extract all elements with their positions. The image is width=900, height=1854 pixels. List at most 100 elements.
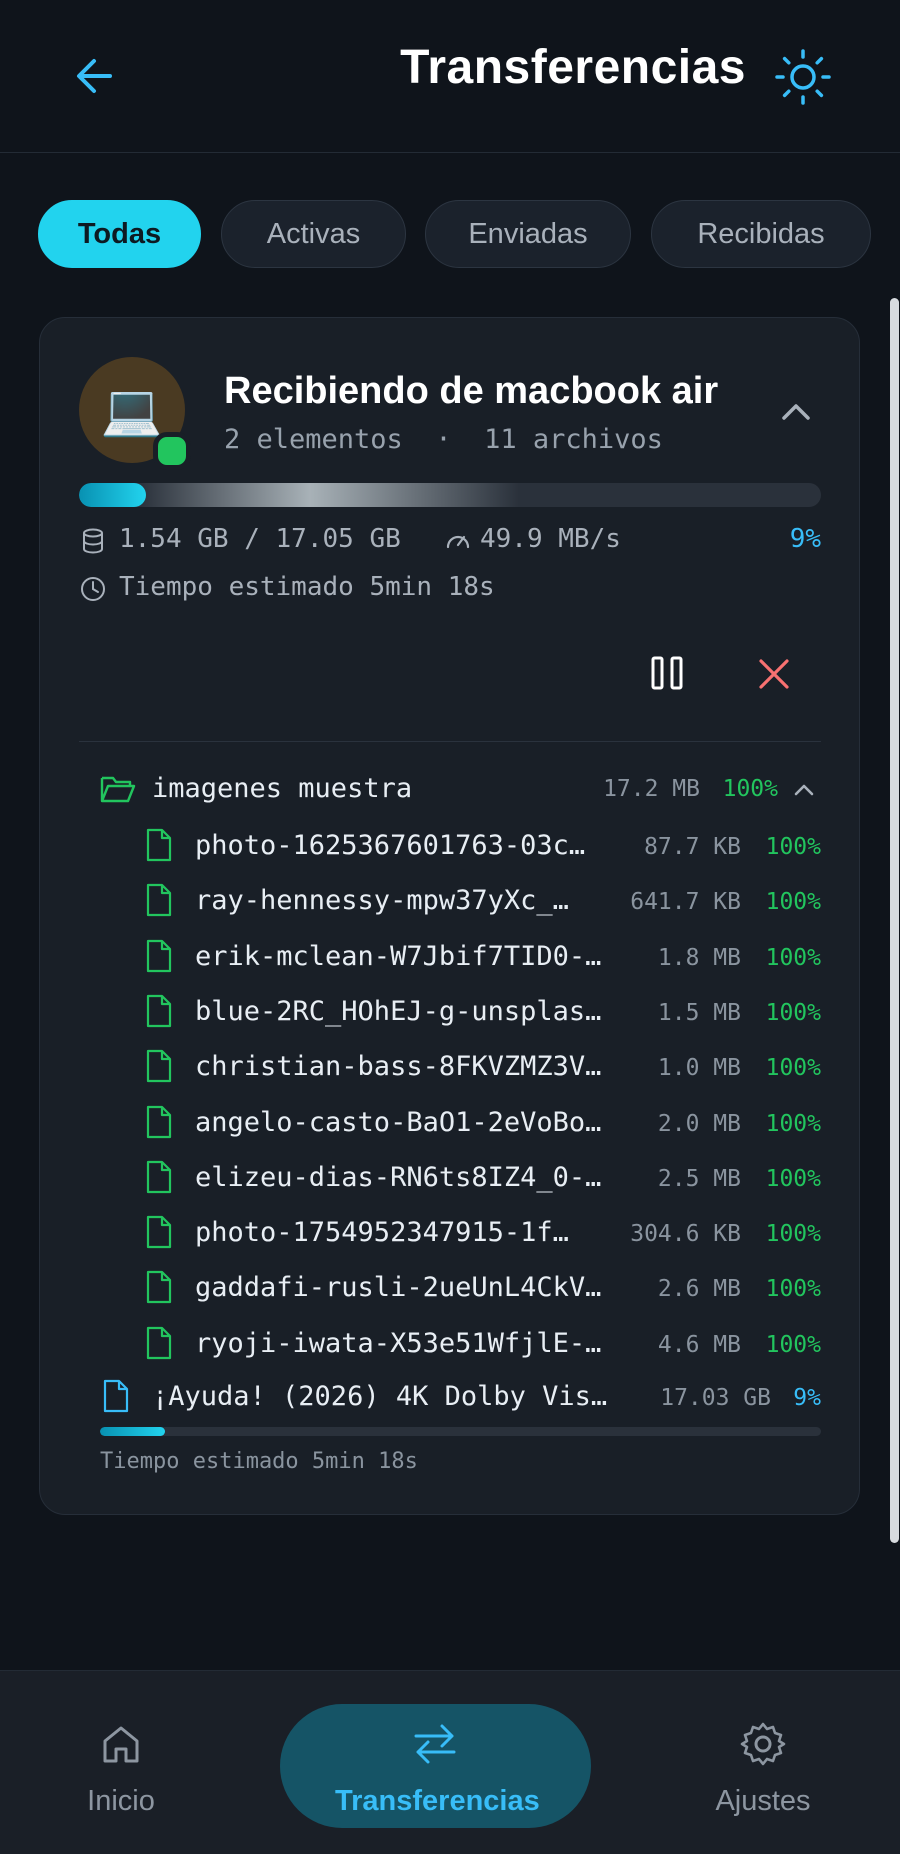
home-icon <box>103 1726 139 1763</box>
file-size: 2.5 MB <box>657 1165 741 1192</box>
theme-toggle-sun-icon[interactable] <box>774 48 832 106</box>
file-row[interactable]: angelo-casto-BaO1-2eVoBo… 2.0 MB 100% <box>146 1101 821 1145</box>
progress-shimmer <box>139 483 519 507</box>
app-header: Transferencias <box>0 0 900 153</box>
file-row[interactable]: erik-mclean-W7Jbif7TID0-… 1.8 MB 100% <box>146 935 821 979</box>
file-row[interactable]: ray-hennessy-mpw37yXc_… 641.7 KB 100% <box>146 879 821 923</box>
page-title: Transferencias <box>400 41 746 94</box>
nav-ajustes[interactable]: Ajustes <box>663 1721 863 1841</box>
file-percent: 100% <box>765 1221 821 1248</box>
file-icon <box>146 1326 172 1359</box>
online-status-dot <box>153 432 191 470</box>
scrollbar[interactable] <box>890 298 899 1543</box>
file-name: angelo-casto-BaO1-2eVoBo… <box>195 1106 602 1138</box>
file-icon <box>146 884 172 917</box>
chevron-up-icon[interactable] <box>792 778 816 802</box>
filter-tabs: Todas Activas Enviadas Recibidas <box>38 200 900 272</box>
file-icon <box>146 1105 172 1138</box>
folder-size: 17.2 MB <box>603 776 700 802</box>
big-file-percent: 9% <box>793 1385 821 1411</box>
file-size: 2.6 MB <box>657 1276 741 1303</box>
file-percent: 100% <box>765 999 821 1026</box>
nav-label-inicio: Inicio <box>87 1785 155 1817</box>
transfer-arrows-icon <box>414 1724 456 1764</box>
file-size: 2.0 MB <box>657 1110 741 1137</box>
big-file-row[interactable]: ¡Ayuda! (2026) 4K Dolby Vis… 17.03 GB 9% <box>100 1375 821 1419</box>
file-name: gaddafi-rusli-2ueUnL4CkV… <box>195 1272 602 1304</box>
file-icon <box>146 1271 172 1304</box>
file-row[interactable]: blue-2RC_HOhEJ-g-unsplas… 1.5 MB 100% <box>146 990 821 1034</box>
folder-percent: 100% <box>722 776 778 802</box>
pause-icon[interactable] <box>648 652 688 696</box>
file-icon <box>146 994 172 1027</box>
file-row[interactable]: photo-1754952347915-1f… 304.6 KB 100% <box>146 1211 821 1255</box>
transfer-stats: 1.54 GB / 17.05 GB 49.9 MB/s 9% <box>79 524 821 560</box>
chevron-up-icon[interactable] <box>776 392 816 432</box>
file-icon <box>146 1050 172 1083</box>
file-percent: 100% <box>765 944 821 971</box>
eta-text: Tiempo estimado 5min 18s <box>119 572 495 602</box>
file-row[interactable]: elizeu-dias-RN6ts8IZ4_0-… 2.5 MB 100% <box>146 1156 821 1200</box>
file-size: 641.7 KB <box>630 889 741 916</box>
bottom-nav: Inicio Transferencias Ajustes <box>0 1670 900 1854</box>
database-icon <box>83 528 103 554</box>
file-icon <box>146 828 172 862</box>
file-name: erik-mclean-W7Jbif7TID0-… <box>195 940 602 972</box>
file-row[interactable]: photo-1625367601763-03c… 87.7 KB 100% <box>146 824 821 868</box>
file-name: photo-1754952347915-1f… <box>195 1217 569 1249</box>
nav-label-transferencias: Transferencias <box>335 1785 540 1817</box>
tab-activas[interactable]: Activas <box>221 200 406 268</box>
transfer-title: Recibiendo de macbook air <box>224 370 719 412</box>
transfer-speed: 49.9 MB/s <box>480 524 621 554</box>
clock-icon <box>81 577 105 601</box>
file-size: 1.8 MB <box>657 944 741 971</box>
file-percent: 100% <box>765 1276 821 1303</box>
big-file-eta: Tiempo estimado 5min 18s <box>100 1449 418 1474</box>
file-size: 304.6 KB <box>630 1221 741 1248</box>
file-percent: 100% <box>765 1165 821 1192</box>
tab-recibidas[interactable]: Recibidas <box>651 200 871 268</box>
tab-todas[interactable]: Todas <box>38 200 201 268</box>
file-name: elizeu-dias-RN6ts8IZ4_0-… <box>195 1161 602 1193</box>
file-percent: 100% <box>765 1055 821 1082</box>
file-name: blue-2RC_HOhEJ-g-unsplas… <box>195 995 602 1027</box>
folder-name: imagenes muestra <box>152 773 413 804</box>
file-row[interactable]: ryoji-iwata-X53e51WfjlE-… 4.6 MB 100% <box>146 1322 821 1366</box>
big-file-progress-fill <box>100 1427 165 1436</box>
file-percent: 100% <box>765 834 821 860</box>
file-name: christian-bass-8FKVZMZ3V… <box>195 1051 602 1083</box>
transfer-subtitle: 2 elementos · 11 archivos <box>224 424 663 455</box>
file-icon <box>146 939 172 972</box>
big-file-progress-bar <box>100 1427 821 1436</box>
file-icon <box>146 1215 172 1249</box>
file-size: 1.0 MB <box>657 1055 741 1082</box>
gear-icon <box>740 1722 786 1766</box>
folder-open-icon <box>100 776 136 803</box>
file-name: photo-1625367601763-03c… <box>195 830 586 861</box>
file-row[interactable]: christian-bass-8FKVZMZ3V… 1.0 MB 100% <box>146 1045 821 1089</box>
size-progress-text: 1.54 GB / 17.05 GB <box>119 524 401 554</box>
nav-transferencias[interactable]: Transferencias <box>335 1721 540 1841</box>
file-name: ray-hennessy-mpw37yXc_… <box>195 885 569 917</box>
transfer-progress-bar <box>79 483 821 507</box>
file-percent: 100% <box>765 1331 821 1358</box>
back-arrow-icon[interactable] <box>70 50 122 102</box>
tab-enviadas[interactable]: Enviadas <box>425 200 631 268</box>
laptop-icon: 💻 <box>100 381 164 438</box>
card-divider <box>79 741 821 742</box>
file-row[interactable]: gaddafi-rusli-2ueUnL4CkV… 2.6 MB 100% <box>146 1266 821 1310</box>
file-name: ryoji-iwata-X53e51WfjlE-… <box>195 1327 602 1359</box>
file-percent: 100% <box>765 1110 821 1137</box>
file-percent: 100% <box>765 889 821 916</box>
transfer-progress-fill <box>79 483 146 507</box>
file-size: 4.6 MB <box>657 1331 741 1358</box>
big-file-size: 17.03 GB <box>660 1385 771 1411</box>
file-icon <box>103 1379 129 1413</box>
nav-label-ajustes: Ajustes <box>715 1785 811 1817</box>
file-icon <box>146 1160 172 1193</box>
nav-inicio[interactable]: Inicio <box>21 1721 221 1841</box>
speedometer-icon <box>446 535 470 549</box>
folder-row[interactable]: imagenes muestra 17.2 MB 100% <box>100 768 820 812</box>
cancel-close-icon[interactable] <box>754 654 794 694</box>
file-size: 1.5 MB <box>657 999 741 1026</box>
